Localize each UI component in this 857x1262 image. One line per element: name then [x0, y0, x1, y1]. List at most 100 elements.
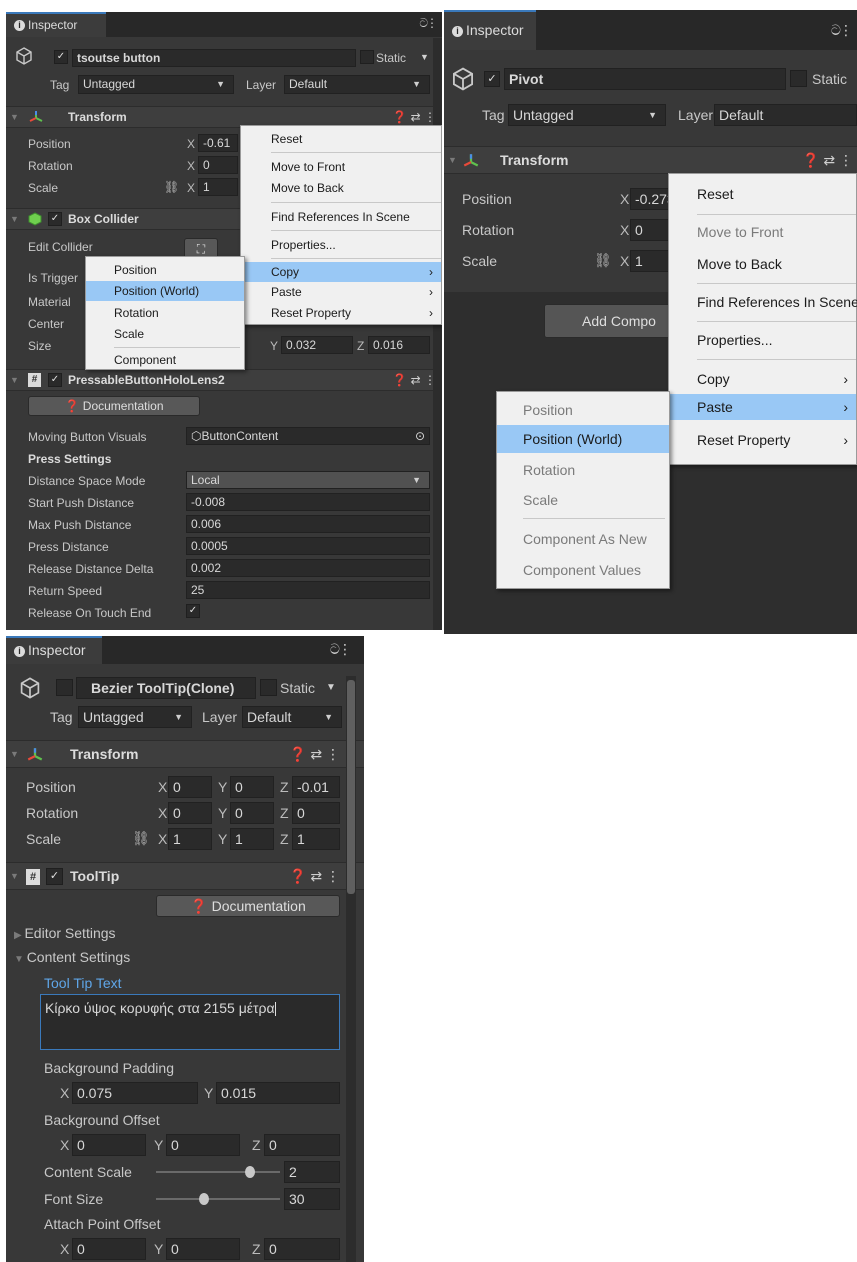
submenu-item-scale[interactable]: Scale	[497, 492, 669, 508]
release-distance-delta-field[interactable]: 0.002	[186, 559, 430, 577]
attach-point-y-field[interactable]: 0	[166, 1238, 240, 1260]
menu-item-move-to-front[interactable]: Move to Front	[241, 160, 441, 174]
kebab-menu-icon[interactable]: ⋮	[338, 641, 352, 658]
pressable-enabled-checkbox[interactable]: ✓	[48, 373, 62, 387]
background-padding-y-field[interactable]: 0.015	[216, 1082, 340, 1104]
tab-inspector[interactable]: i Inspector	[6, 12, 106, 37]
return-speed-field[interactable]: 25	[186, 581, 430, 599]
font-size-field[interactable]: 30	[284, 1188, 340, 1210]
object-picker-icon[interactable]: ⊙	[415, 428, 425, 444]
size-z-field[interactable]: 0.016	[368, 336, 430, 354]
submenu-item-component[interactable]: Component	[86, 353, 244, 367]
tag-dropdown[interactable]: Untagged ▼	[78, 75, 234, 94]
component-icons[interactable]: ❓ ⇄ ⋮	[392, 373, 436, 387]
component-icons[interactable]: ❓ ⇄ ⋮	[289, 868, 340, 885]
rotation-x-field[interactable]: 0	[168, 802, 212, 824]
position-z-field[interactable]: -0.01	[292, 776, 340, 798]
press-distance-field[interactable]: 0.0005	[186, 537, 430, 555]
tab-inspector[interactable]: i Inspector	[6, 636, 102, 664]
submenu-item-rotation[interactable]: Rotation	[497, 462, 669, 478]
background-offset-y-field[interactable]: 0	[166, 1134, 240, 1156]
tooltip-enabled-checkbox[interactable]: ✓	[46, 868, 63, 885]
layer-dropdown[interactable]: Default	[714, 104, 857, 126]
component-icons[interactable]: ❓ ⇄ ⋮	[289, 746, 340, 763]
position-x-field[interactable]: -0.61	[198, 134, 238, 152]
scrollbar-thumb[interactable]	[347, 680, 355, 894]
object-name-field[interactable]: Bezier ToolTip(Clone)	[76, 677, 256, 699]
transform-header[interactable]: ▼ Transform ❓ ⇄ ⋮	[6, 740, 364, 768]
position-y-field[interactable]: 0	[230, 776, 274, 798]
background-offset-x-field[interactable]: 0	[72, 1134, 146, 1156]
submenu-item-position-world[interactable]: Position (World)	[86, 281, 244, 301]
menu-item-reset-property[interactable]: Reset Property ›	[669, 432, 856, 448]
static-dropdown-icon[interactable]: ▼	[326, 682, 336, 693]
rotation-y-field[interactable]: 0	[230, 802, 274, 824]
component-icons[interactable]: ❓ ⇄ ⋮	[392, 110, 436, 124]
submenu-item-component-values[interactable]: Component Values	[497, 562, 669, 578]
menu-item-move-to-back[interactable]: Move to Back	[669, 256, 856, 272]
tag-dropdown[interactable]: Untagged ▼	[78, 706, 192, 728]
menu-item-move-to-front[interactable]: Move to Front	[669, 224, 856, 240]
editor-settings-foldout[interactable]: ▶ Editor Settings	[14, 925, 116, 941]
submenu-item-component-as-new[interactable]: Component As New	[497, 531, 669, 547]
tooltip-header[interactable]: ▼ # ✓ ToolTip ❓ ⇄ ⋮	[6, 862, 364, 890]
layer-dropdown[interactable]: Default ▼	[242, 706, 342, 728]
submenu-item-position-world[interactable]: Position (World)	[497, 425, 669, 453]
link-scale-icon[interactable]: ⛓	[132, 830, 150, 847]
menu-item-copy[interactable]: Copy ›	[241, 262, 441, 282]
menu-item-reset[interactable]: Reset	[669, 186, 856, 202]
font-size-slider[interactable]	[156, 1189, 280, 1209]
component-icons[interactable]: ❓ ⇄ ⋮	[802, 152, 853, 169]
documentation-button[interactable]: ❓ Documentation	[28, 396, 200, 416]
menu-item-reset-property[interactable]: Reset Property ›	[241, 306, 441, 320]
size-y-field[interactable]: 0.032	[281, 336, 353, 354]
tab-inspector[interactable]: i Inspector	[444, 10, 536, 50]
tag-dropdown[interactable]: Untagged ▼	[508, 104, 666, 126]
start-push-distance-field[interactable]: -0.008	[186, 493, 430, 511]
distance-space-mode-dropdown[interactable]: Local ▼	[186, 471, 430, 489]
box-collider-enabled-checkbox[interactable]: ✓	[48, 212, 62, 226]
menu-item-copy[interactable]: Copy ›	[669, 371, 856, 387]
tool-tip-text-area[interactable]: Κίρκο ύψος κορυφής στα 2155 μέτρα	[40, 994, 340, 1050]
max-push-distance-field[interactable]: 0.006	[186, 515, 430, 533]
documentation-button[interactable]: ❓ Documentation	[156, 895, 340, 917]
release-on-touch-end-checkbox[interactable]: ✓	[186, 604, 200, 618]
layer-dropdown[interactable]: Default ▼	[284, 75, 430, 94]
static-checkbox[interactable]	[360, 50, 374, 64]
kebab-menu-icon[interactable]: ⋮	[839, 22, 853, 39]
submenu-item-position[interactable]: Position	[497, 402, 669, 418]
menu-item-find-references[interactable]: Find References In Scene	[669, 294, 857, 310]
slider-thumb[interactable]	[244, 1166, 255, 1178]
static-checkbox[interactable]	[260, 679, 277, 696]
menu-item-paste[interactable]: Paste ›	[241, 285, 441, 299]
menu-item-properties[interactable]: Properties...	[241, 238, 441, 252]
menu-item-reset[interactable]: Reset	[241, 132, 441, 146]
scale-x-field[interactable]: 1	[168, 828, 212, 850]
menu-item-properties[interactable]: Properties...	[669, 332, 856, 348]
content-scale-slider[interactable]	[156, 1162, 280, 1182]
active-checkbox[interactable]: ✓	[484, 71, 500, 87]
scale-y-field[interactable]: 1	[230, 828, 274, 850]
link-scale-icon[interactable]: ⛓	[164, 180, 179, 194]
submenu-item-position[interactable]: Position	[86, 263, 244, 277]
submenu-item-scale[interactable]: Scale	[86, 327, 244, 341]
attach-point-z-field[interactable]: 0	[264, 1238, 340, 1260]
moving-button-visuals-field[interactable]: ⬡ButtonContent ⊙	[186, 427, 430, 445]
object-name-field[interactable]: Pivot	[504, 68, 786, 90]
menu-item-paste[interactable]: Paste ›	[669, 394, 856, 420]
menu-item-find-references[interactable]: Find References In Scene	[241, 210, 441, 224]
pressable-button-header[interactable]: ▼ # ✓ PressableButtonHoloLens2 ❓ ⇄ ⋮	[6, 369, 442, 391]
static-dropdown-icon[interactable]: ▼	[420, 52, 429, 62]
rotation-z-field[interactable]: 0	[292, 802, 340, 824]
menu-item-move-to-back[interactable]: Move to Back	[241, 181, 441, 195]
active-checkbox[interactable]	[56, 679, 73, 696]
content-scale-field[interactable]: 2	[284, 1161, 340, 1183]
background-offset-z-field[interactable]: 0	[264, 1134, 340, 1156]
scrollbar[interactable]	[346, 676, 356, 1262]
kebab-menu-icon[interactable]: ⋮	[426, 16, 438, 30]
position-x-field[interactable]: 0	[168, 776, 212, 798]
scale-x-field[interactable]: 1	[198, 178, 238, 196]
static-checkbox[interactable]	[790, 70, 807, 87]
link-scale-icon[interactable]: ⛓	[594, 252, 612, 269]
object-name-field[interactable]: tsoutse button	[72, 49, 356, 67]
